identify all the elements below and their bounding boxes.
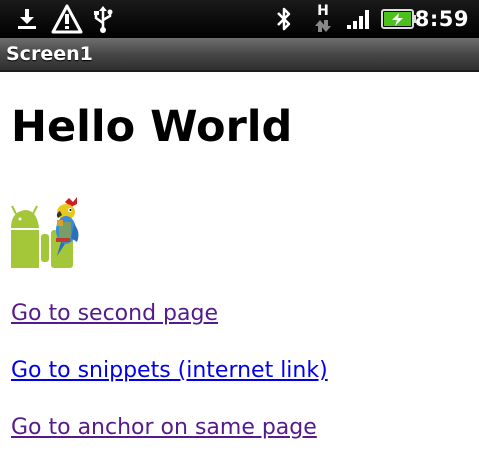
usb-icon	[90, 0, 116, 38]
webview-content[interactable]: Hello World Go to second page Go to snip…	[0, 74, 479, 457]
bluetooth-icon	[273, 0, 295, 38]
battery-charging-icon	[380, 0, 418, 38]
screen-title: Screen1	[6, 43, 93, 65]
download-icon	[14, 0, 40, 38]
link-second-page[interactable]: Go to second page	[11, 301, 218, 326]
warning-icon	[50, 0, 84, 38]
title-bar: Screen1	[0, 38, 479, 72]
signal-icon	[344, 0, 374, 38]
svg-text:H: H	[317, 3, 329, 19]
page-heading: Hello World	[11, 102, 293, 152]
status-bar: H 8:59	[0, 0, 479, 38]
hsdpa-data-icon: H	[311, 0, 335, 38]
link-anchor-same-page[interactable]: Go to anchor on same page	[11, 415, 317, 440]
status-clock: 8:59	[414, 7, 469, 31]
android-parrot-logo-icon	[11, 194, 83, 268]
link-snippets-internet[interactable]: Go to snippets (internet link)	[11, 358, 328, 383]
